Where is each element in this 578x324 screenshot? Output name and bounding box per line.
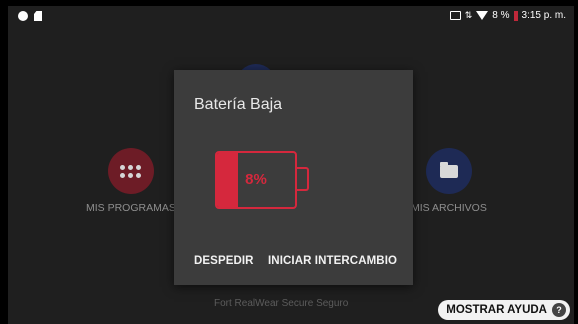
clock: 3:15 p. m. (521, 10, 566, 21)
status-bar: ⇅ 8 % 3:15 p. m. (8, 6, 574, 28)
battery-tip (295, 167, 309, 191)
show-help-button[interactable]: MOSTRAR AYUDA ? (438, 300, 570, 320)
folder-icon (425, 148, 472, 194)
start-swap-button[interactable]: INICIAR INTERCAMBIO (268, 255, 397, 267)
device-caption: Fort RealWear Secure Seguro (214, 298, 349, 309)
low-battery-icon: 8% (215, 151, 311, 211)
battery-percent: 8 % (492, 10, 510, 21)
home-screen: ⇅ 8 % 3:15 p. m. MIS PROGRAMAS MIS ARCHI… (8, 6, 574, 324)
help-question-icon: ? (552, 303, 566, 317)
sd-card-icon (34, 11, 42, 21)
apps-grid-icon (107, 148, 154, 194)
my-files-app[interactable]: MIS ARCHIVOS (411, 148, 487, 214)
show-help-label: MOSTRAR AYUDA (446, 304, 547, 316)
wifi-icon (476, 11, 489, 20)
my-programs-label: MIS PROGRAMAS (86, 202, 176, 214)
my-files-label: MIS ARCHIVOS (411, 202, 487, 214)
record-dot-icon (18, 11, 28, 21)
low-battery-dialog: Batería Baja 8% DESPEDIR INICIAR INTERCA… (174, 70, 413, 285)
dismiss-button[interactable]: DESPEDIR (194, 255, 254, 267)
data-transfer-icon: ⇅ (464, 10, 473, 20)
status-right-icons: ⇅ 8 % 3:15 p. m. (449, 10, 566, 21)
battery-icon (513, 10, 518, 21)
my-programs-app[interactable]: MIS PROGRAMAS (86, 148, 176, 214)
dialog-title: Batería Baja (194, 96, 283, 113)
cast-icon (449, 11, 461, 20)
battery-percentage: 8% (245, 171, 267, 188)
status-left-icons (18, 11, 42, 21)
